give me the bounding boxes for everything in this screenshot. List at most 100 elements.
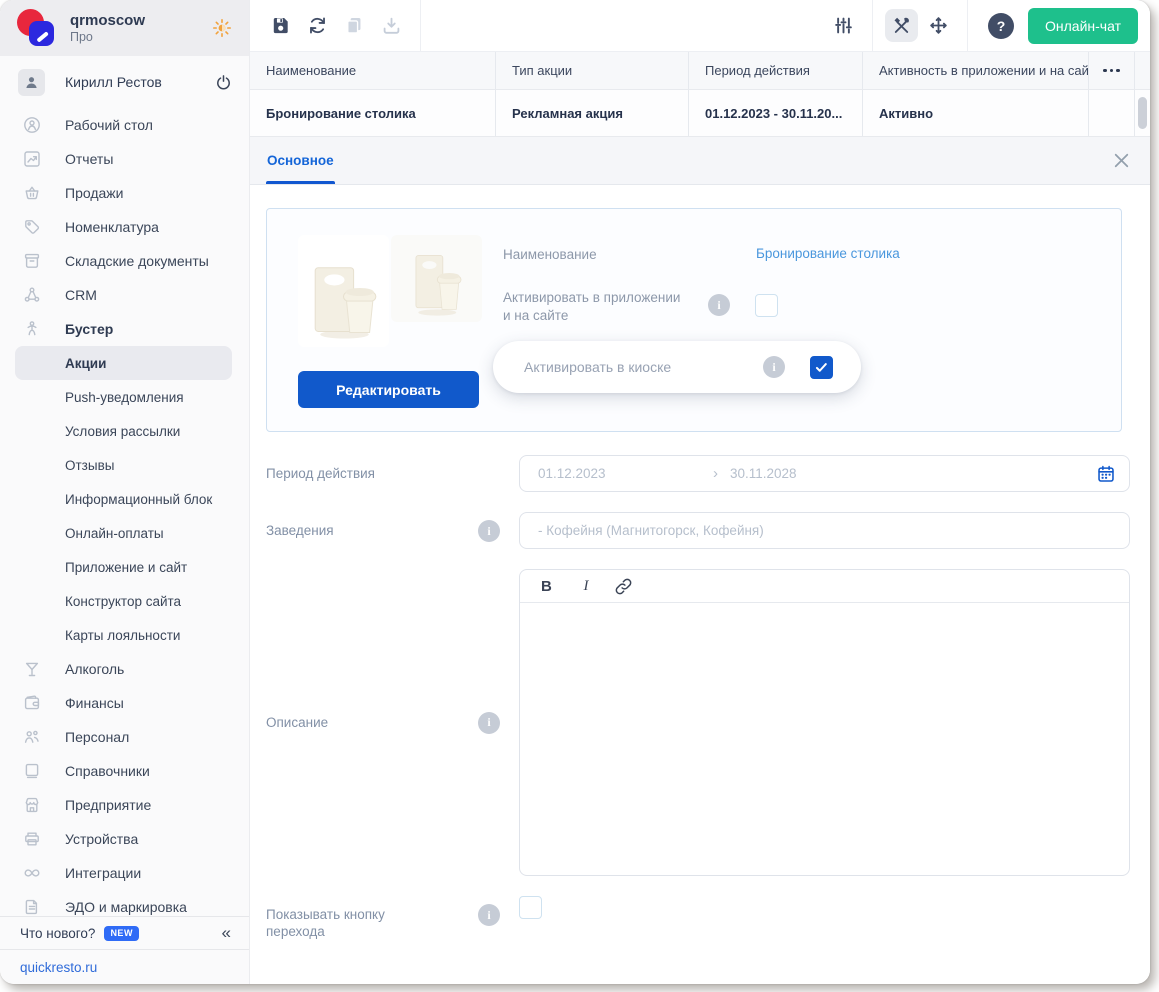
period-end-value[interactable]: 30.11.2028	[730, 466, 797, 481]
collapse-sidebar-icon[interactable]: «	[222, 923, 231, 943]
info-icon[interactable]	[478, 712, 500, 734]
info-icon[interactable]	[478, 520, 500, 542]
editor-toolbar: B I	[520, 570, 1129, 603]
sidebar-item-loyalty-cards[interactable]: Карты лояльности	[0, 618, 249, 652]
sidebar-item-promotions[interactable]: Акции	[15, 346, 232, 380]
sidebar-item-staff[interactable]: Персонал	[0, 720, 249, 754]
save-button[interactable]	[264, 9, 297, 42]
logout-icon[interactable]	[214, 73, 233, 92]
sidebar-item-alcohol[interactable]: Алкоголь	[0, 652, 249, 686]
promo-image-thumbnail[interactable]	[391, 235, 482, 322]
info-icon[interactable]	[708, 294, 730, 316]
row-status-cell[interactable]: Активно	[862, 90, 1088, 136]
sidebar-item-crm[interactable]: CRM	[0, 278, 249, 312]
enterprise-icon	[22, 795, 42, 815]
description-textarea[interactable]	[520, 603, 1129, 875]
column-header-name[interactable]: Наименование	[250, 52, 495, 89]
period-start-value[interactable]: 01.12.2023	[538, 466, 713, 481]
sidebar-item-devices[interactable]: Устройства	[0, 822, 249, 856]
sidebar: qrmoscow Про Кирилл Ресто	[0, 0, 250, 984]
sidebar-item-reports[interactable]: Отчеты	[0, 142, 249, 176]
sidebar-footer: Что нового? NEW « quickresto.ru	[0, 916, 249, 984]
promo-summary-card: Редактировать Наименование Бронирование …	[266, 208, 1122, 432]
integrations-icon	[22, 863, 42, 883]
row-period-cell[interactable]: 01.12.2023 - 30.11.20...	[688, 90, 862, 136]
column-header-activity[interactable]: Активность в приложении и на сайте	[862, 52, 1088, 89]
row-name-cell[interactable]: Бронирование столика	[250, 90, 495, 136]
quickresto-logo	[16, 8, 56, 48]
info-icon[interactable]	[763, 356, 785, 378]
user-row[interactable]: Кирилл Рестов	[0, 60, 249, 104]
new-badge: NEW	[104, 926, 139, 941]
sidebar-item-enterprise[interactable]: Предприятие	[0, 788, 249, 822]
sidebar-item-mailing-terms[interactable]: Условия рассылки	[0, 414, 249, 448]
editor-content: Редактировать Наименование Бронирование …	[250, 185, 1150, 984]
show-button-row: Показывать кнопку перехода	[266, 896, 1130, 940]
promo-name-link[interactable]: Бронирование столика	[756, 246, 900, 261]
promo-image-thumbnail[interactable]	[298, 235, 389, 347]
sidebar-item-edo[interactable]: ЭДО и маркировка	[0, 890, 249, 916]
sidebar-item-reviews[interactable]: Отзывы	[0, 448, 249, 482]
whats-new-row[interactable]: Что нового? NEW «	[0, 917, 249, 949]
bold-icon[interactable]: B	[541, 578, 557, 595]
sidebar-item-site-builder[interactable]: Конструктор сайта	[0, 584, 249, 618]
table-columns-menu[interactable]	[1088, 52, 1134, 89]
italic-icon[interactable]: I	[579, 578, 593, 595]
column-settings-button[interactable]	[827, 9, 860, 42]
sidebar-item-dashboard[interactable]: Рабочий стол	[0, 108, 249, 142]
row-type-cell[interactable]: Рекламная акция	[495, 90, 688, 136]
warehouse-icon	[22, 251, 42, 271]
sidebar-item-finance[interactable]: Финансы	[0, 686, 249, 720]
edit-button[interactable]: Редактировать	[298, 371, 479, 408]
devices-icon	[22, 829, 42, 849]
table-scroll-gutter	[1134, 52, 1150, 89]
sidebar-item-sales[interactable]: Продажи	[0, 176, 249, 210]
theme-brightness-icon[interactable]	[211, 17, 233, 39]
quickresto-site-link[interactable]: quickresto.ru	[20, 960, 97, 975]
period-input[interactable]: 01.12.2023 › 30.11.2028	[519, 455, 1130, 492]
info-icon[interactable]	[478, 904, 500, 926]
copy-button[interactable]	[338, 9, 371, 42]
online-chat-button[interactable]: Онлайн-чат	[1028, 8, 1138, 44]
activate-app-checkbox[interactable]	[755, 294, 778, 317]
show-button-checkbox[interactable]	[519, 896, 542, 919]
nomenclature-icon	[22, 217, 42, 237]
sidebar-item-info-block[interactable]: Информационный блок	[0, 482, 249, 516]
crm-icon	[22, 285, 42, 305]
refresh-button[interactable]	[301, 9, 334, 42]
promotion-table-row[interactable]: Бронирование столика Рекламная акция 01.…	[250, 90, 1150, 137]
close-panel-icon[interactable]	[1110, 150, 1132, 172]
main-area: ? Онлайн-чат Наименование Тип акции Пери…	[250, 0, 1150, 984]
staff-icon	[22, 727, 42, 747]
column-header-type[interactable]: Тип акции	[495, 52, 688, 89]
move-button[interactable]	[922, 9, 955, 42]
sidebar-item-warehouse-docs[interactable]: Складские документы	[0, 244, 249, 278]
column-header-period[interactable]: Период действия	[688, 52, 862, 89]
calendar-icon[interactable]	[1095, 463, 1117, 485]
activate-kiosk-label: Активировать в киоске	[524, 359, 763, 375]
venues-label: Заведения	[266, 512, 478, 539]
period-row: Период действия 01.12.2023 › 30.11.2028	[266, 455, 1130, 492]
download-button[interactable]	[375, 9, 408, 42]
sidebar-item-booster[interactable]: Бустер	[0, 312, 249, 346]
venues-input[interactable]	[519, 512, 1130, 549]
sidebar-item-push-notifications[interactable]: Push-уведомления	[0, 380, 249, 414]
divider	[967, 0, 968, 52]
link-icon[interactable]	[613, 576, 634, 597]
sidebar-item-online-payments[interactable]: Онлайн-оплаты	[0, 516, 249, 550]
table-scrollbar	[1134, 90, 1150, 136]
activate-kiosk-checkbox[interactable]	[810, 356, 833, 379]
tab-main[interactable]: Основное	[266, 137, 335, 184]
divider	[872, 0, 873, 52]
sidebar-item-integrations[interactable]: Интеграции	[0, 856, 249, 890]
tools-button[interactable]	[885, 9, 918, 42]
sidebar-item-directories[interactable]: Справочники	[0, 754, 249, 788]
sidebar-item-nomenclature[interactable]: Номенклатура	[0, 210, 249, 244]
description-label: Описание	[266, 714, 478, 731]
divider	[420, 0, 421, 52]
description-editor: B I	[519, 569, 1130, 876]
activate-app-label: Активировать в приложении и на сайте	[503, 289, 683, 325]
help-button[interactable]: ?	[988, 13, 1014, 39]
scrollbar-thumb[interactable]	[1138, 97, 1147, 129]
sidebar-item-app-and-site[interactable]: Приложение и сайт	[0, 550, 249, 584]
